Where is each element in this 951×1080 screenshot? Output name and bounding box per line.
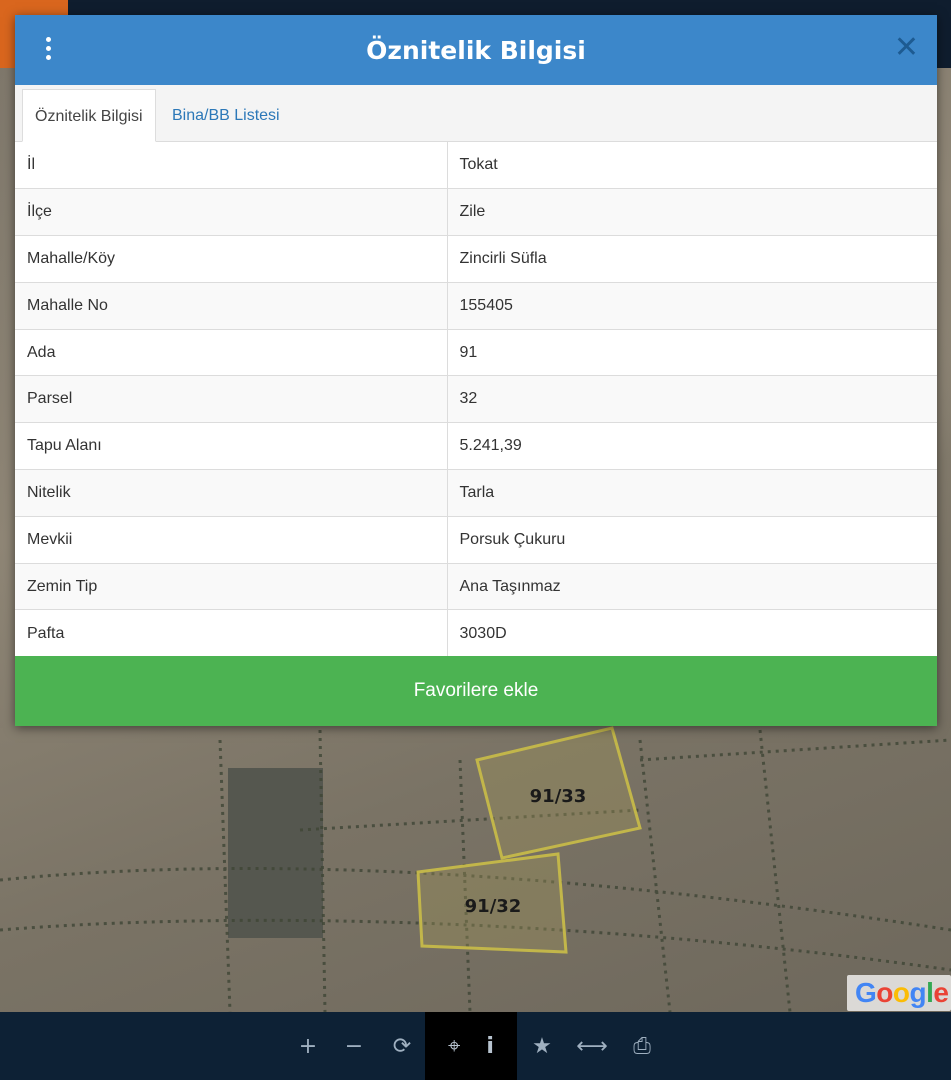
refresh-icon[interactable]: ⟳ — [378, 1012, 426, 1080]
parcel-label-91-33: 91/33 — [530, 786, 587, 807]
attribute-info-modal: Öznitelik Bilgisi ✕ Öznitelik Bilgisi Bi… — [15, 15, 937, 726]
tab-bar: Öznitelik Bilgisi Bina/BB Listesi — [15, 85, 937, 142]
row-label: Nitelik — [15, 469, 448, 517]
tab-attribute-info[interactable]: Öznitelik Bilgisi — [22, 89, 156, 142]
row-value: Ana Taşınmaz — [447, 562, 937, 610]
row-label: Parsel — [15, 375, 448, 423]
print-icon[interactable]: ⎙ — [618, 1012, 666, 1080]
table-row: Parsel 32 — [15, 375, 937, 423]
google-logo: Google — [847, 975, 951, 1011]
info-icon[interactable]: i — [486, 1034, 494, 1059]
row-label: İl — [15, 142, 448, 189]
zoom-out-icon[interactable]: − — [330, 1012, 378, 1080]
table-row: Nitelik Tarla — [15, 469, 937, 517]
row-label: Zemin Tip — [15, 562, 448, 610]
modal-header: Öznitelik Bilgisi ✕ — [15, 15, 937, 85]
tab-building-list[interactable]: Bina/BB Listesi — [160, 89, 292, 142]
modal-title: Öznitelik Bilgisi — [366, 35, 586, 65]
parcel-label-91-32: 91/32 — [465, 896, 522, 917]
map-toolbar: + − ⟳ ⌖ i ★ ⟷ ⎙ — [0, 1012, 951, 1080]
measure-icon[interactable]: ⟷ — [568, 1012, 616, 1080]
row-value: 155405 — [447, 281, 937, 330]
table-row: Ada 91 — [15, 328, 937, 376]
row-label: Mahalle/Köy — [15, 235, 448, 283]
row-value: 32 — [447, 375, 937, 423]
row-value: Porsuk Çukuru — [447, 515, 937, 564]
add-to-favorites-button[interactable]: Favorilere ekle — [15, 656, 937, 726]
row-label: Ada — [15, 328, 448, 376]
kebab-menu-icon[interactable] — [43, 37, 53, 63]
row-label: Mevkii — [15, 515, 448, 564]
close-icon[interactable]: ✕ — [894, 33, 919, 63]
attribute-table: İl Tokat İlçe Zile Mahalle/Köy Zincirli Süf… — [15, 142, 937, 657]
table-row: Mevkii Porsuk Çukuru — [15, 515, 937, 564]
row-value: 3030D — [447, 609, 937, 657]
table-row: Mahalle/Köy Zincirli Süfla — [15, 235, 937, 283]
row-value: Zile — [447, 188, 937, 236]
table-row: İl Tokat — [15, 142, 937, 189]
row-label: Pafta — [15, 609, 448, 657]
row-label: İlçe — [15, 188, 448, 236]
zoom-in-icon[interactable]: + — [284, 1012, 332, 1080]
row-label: Mahalle No — [15, 281, 448, 330]
table-row: Tapu Alanı 5.241,39 — [15, 422, 937, 470]
row-value: 5.241,39 — [447, 422, 937, 470]
table-row: İlçe Zile — [15, 188, 937, 236]
row-value: Zincirli Süfla — [447, 235, 937, 283]
favorite-star-icon[interactable]: ★ — [518, 1012, 566, 1080]
table-row: Mahalle No 155405 — [15, 281, 937, 330]
row-value: Tarla — [447, 469, 937, 517]
row-value: 91 — [447, 328, 937, 376]
table-row: Zemin Tip Ana Taşınmaz — [15, 562, 937, 610]
locate-icon[interactable]: ⌖ — [448, 1034, 460, 1059]
table-row: Pafta 3030D — [15, 609, 937, 657]
info-tool-active[interactable]: ⌖ i — [425, 1012, 517, 1080]
row-value: Tokat — [459, 156, 498, 174]
row-label: Tapu Alanı — [15, 422, 448, 470]
